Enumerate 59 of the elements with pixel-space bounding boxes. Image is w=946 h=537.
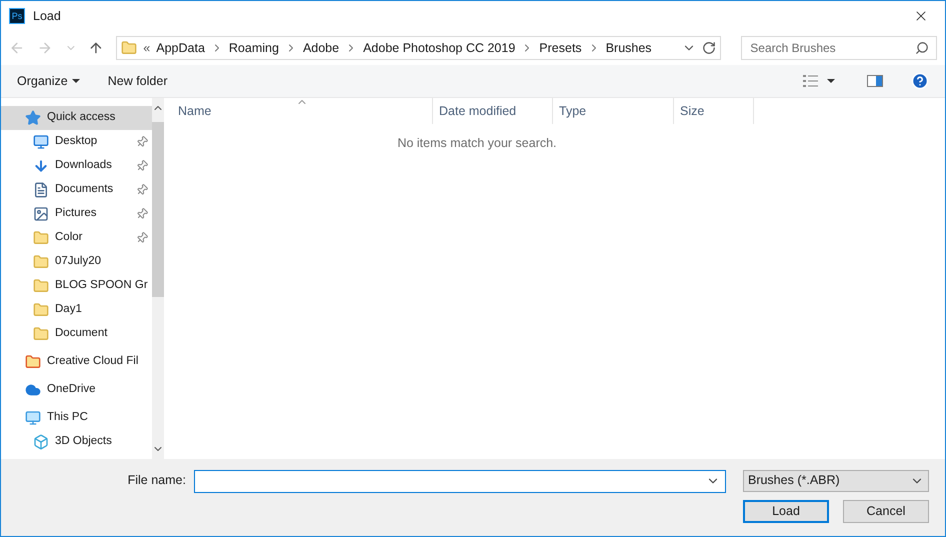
folder-icon: [121, 40, 138, 56]
folder-icon: [33, 302, 49, 318]
column-header[interactable]: Date modified: [433, 98, 553, 124]
sidebar-item[interactable]: Quick access: [1, 106, 152, 130]
monitor-icon: [33, 134, 49, 150]
breadcrumb-item[interactable]: Adobe Photoshop CC 2019: [363, 38, 516, 58]
sidebar-item[interactable]: This PC: [1, 406, 152, 430]
sidebar-item[interactable]: OneDrive: [1, 378, 152, 402]
preview-pane-icon[interactable]: [867, 75, 883, 87]
organize-button[interactable]: Organize: [9, 72, 88, 90]
window-title: Load: [33, 8, 62, 25]
overflow-chevrons[interactable]: «: [143, 38, 150, 58]
column-header[interactable]: Size: [674, 98, 754, 124]
column-header[interactable]: Name: [157, 98, 433, 124]
scrollbar[interactable]: [152, 98, 164, 459]
file-name-label: File name:: [126, 472, 187, 490]
cancel-button[interactable]: Cancel: [843, 500, 929, 523]
breadcrumb-item[interactable]: Presets: [539, 38, 582, 58]
star-icon: [25, 110, 41, 126]
sidebar-item[interactable]: Desktop: [1, 130, 152, 154]
computer-icon: [25, 410, 41, 426]
sidebar-item[interactable]: BLOG SPOON Gr: [1, 274, 152, 298]
app-icon: Ps: [9, 8, 25, 24]
document-icon: [33, 182, 49, 198]
sidebar-item[interactable]: 3D Objects: [1, 430, 152, 454]
sidebar-item[interactable]: Day1: [1, 298, 152, 322]
sidebar-item[interactable]: Pictures: [1, 202, 152, 226]
sidebar-item[interactable]: Downloads: [1, 154, 152, 178]
column-header[interactable]: Type: [553, 98, 674, 124]
breadcrumb-item[interactable]: Roaming: [228, 38, 279, 58]
folder-icon: [33, 230, 49, 246]
caret-icon: [72, 79, 80, 83]
file-name-field[interactable]: [194, 470, 726, 492]
sidebar-item[interactable]: Document: [1, 322, 152, 346]
download-icon: [33, 158, 49, 174]
search-icon: [915, 41, 929, 55]
refresh-icon[interactable]: [702, 41, 716, 55]
cloud-icon: [25, 382, 41, 398]
file-type-dropdown[interactable]: Brushes (*.ABR): [742, 470, 929, 492]
load-button[interactable]: Load: [743, 500, 829, 523]
breadcrumb-item[interactable]: AppData: [156, 38, 205, 58]
sidebar-item[interactable]: Documents: [1, 178, 152, 202]
breadcrumb-item[interactable]: Brushes: [606, 38, 652, 58]
cube-icon: [33, 434, 49, 450]
folder-icon: [33, 326, 49, 342]
new-folder-button[interactable]: New folder: [104, 72, 172, 90]
picture-icon: [33, 206, 49, 222]
search-field[interactable]: Search Brushes: [741, 36, 937, 60]
sidebar-item[interactable]: Color: [1, 226, 152, 250]
empty-message: No items match your search.: [396, 135, 558, 152]
breadcrumb-item[interactable]: Adobe: [302, 38, 340, 58]
cloud-folder-icon: [25, 354, 41, 370]
view-options-icon[interactable]: [803, 74, 835, 88]
sidebar-item[interactable]: 07July20: [1, 250, 152, 274]
help-icon[interactable]: [911, 72, 929, 90]
sidebar-item[interactable]: Creative Cloud Fil: [1, 350, 152, 374]
folder-icon: [33, 254, 49, 270]
address-bar[interactable]: « AppData Roaming Adobe Adobe Photoshop CC 2019 Presets Brushes: [116, 36, 722, 60]
folder-icon: [33, 278, 49, 294]
